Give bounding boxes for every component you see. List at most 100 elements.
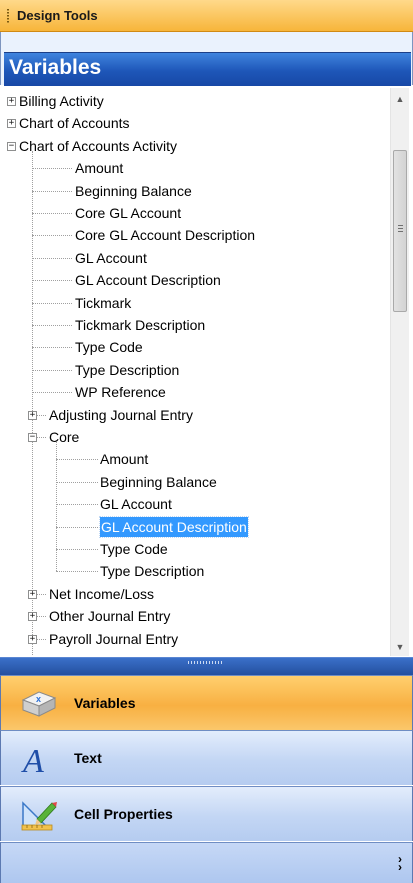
nav-button-variables[interactable]: x Variables: [0, 675, 413, 730]
tree-connector-line: [32, 190, 72, 192]
nav-button-label: Cell Properties: [74, 806, 173, 822]
tree-node-group[interactable]: + Chart of Accounts: [7, 112, 130, 134]
panel-header: Variables: [0, 32, 413, 86]
tree-node-label: Type Code: [75, 339, 143, 356]
tree-node-item[interactable]: Amount: [75, 157, 123, 179]
tree-connector-line: [32, 168, 72, 170]
tree-connector-line: [32, 280, 72, 282]
tree-node-item[interactable]: Tickmark Description: [75, 314, 205, 336]
nav-overflow-strip: › ›: [0, 842, 413, 883]
tree-node-item[interactable]: GL Account: [100, 493, 172, 515]
tree-node-label: Type Description: [75, 361, 180, 378]
tree-node-label: Core GL Account Description: [75, 227, 256, 244]
tree-node-item[interactable]: Type Description: [75, 359, 179, 381]
tree-scrollbar[interactable]: ▲ ▼: [390, 88, 409, 656]
tree-node-label: GL Account Description: [75, 272, 221, 289]
scroll-thumb[interactable]: [393, 150, 407, 312]
expand-plus-icon[interactable]: +: [28, 634, 37, 644]
tree-node-item[interactable]: Core GL Account: [75, 202, 181, 224]
tree-node-label: Net Income/Loss: [49, 585, 155, 602]
nav-button-label: Variables: [74, 695, 136, 711]
svg-text:x: x: [36, 694, 41, 704]
tree-node-label: Type Code: [100, 541, 168, 557]
tree-connector-line: [56, 571, 98, 573]
tree-node-item[interactable]: Beginning Balance: [75, 180, 192, 202]
expand-plus-icon[interactable]: +: [28, 589, 37, 599]
chevron-double-down-icon[interactable]: › ›: [398, 853, 402, 873]
window-title: Design Tools: [17, 8, 98, 23]
tree-connector-line: [32, 235, 72, 237]
scroll-down-arrow-icon[interactable]: ▼: [391, 638, 409, 656]
tree-connector-line: [56, 526, 98, 528]
tree-connector-line: [32, 325, 72, 326]
panel-splitter[interactable]: [0, 657, 413, 675]
tree-connector-line: [32, 213, 72, 214]
tree-node-item[interactable]: GL Account Description: [75, 269, 221, 291]
tree-connector-line: [32, 150, 33, 656]
tree-node-label: Chart of Accounts: [19, 115, 130, 132]
scroll-thumb-grip-icon: [398, 225, 403, 233]
nav-button-text[interactable]: A Text: [0, 730, 413, 785]
collapse-minus-icon[interactable]: −: [7, 141, 16, 151]
tree-node-group[interactable]: − Chart of Accounts Activity: [7, 135, 177, 157]
tree-node-item[interactable]: Type Code: [100, 538, 168, 560]
tree-connector-line: [32, 369, 72, 371]
tree-node-label: Adjusting Journal Entry: [49, 406, 193, 423]
tree-node-group[interactable]: + Payroll Journal Entry: [28, 628, 179, 650]
scroll-up-arrow-icon[interactable]: ▲: [391, 90, 409, 108]
nav-button-label: Text: [74, 750, 102, 766]
variables-cube-icon: x: [21, 691, 57, 717]
tree-node-label: Payroll Journal Entry: [49, 630, 179, 647]
tree-node-label: Tickmark: [75, 294, 132, 311]
tree-node-label: Beginning Balance: [100, 473, 217, 490]
tree-node-group[interactable]: + Adjusting Journal Entry: [28, 404, 193, 426]
drag-grip-icon[interactable]: [7, 9, 9, 24]
tree-connector-line: [32, 392, 72, 394]
svg-text:A: A: [21, 743, 44, 775]
tree-node-item[interactable]: Type Description: [100, 560, 204, 582]
tree-node-item[interactable]: Tickmark: [75, 292, 131, 314]
expand-plus-icon[interactable]: +: [28, 410, 37, 420]
tree-node-group[interactable]: + Other Journal Entry: [28, 605, 171, 627]
expand-plus-icon[interactable]: +: [28, 612, 37, 622]
tree-connector-line: [56, 442, 57, 572]
tree-node-label: Type Description: [100, 563, 205, 580]
tree-node-item[interactable]: Beginning Balance: [100, 471, 217, 493]
tree-node-label: GL Account: [100, 496, 172, 513]
splitter-grip-icon: [188, 661, 224, 664]
tree-connector-line: [32, 257, 72, 259]
tree-node-group[interactable]: + Billing Activity: [7, 90, 104, 112]
cell-properties-ruler-pencil-icon: [21, 801, 57, 831]
tree-node-label: Tickmark Description: [75, 317, 206, 333]
tree-node-label: WP Reference: [75, 384, 166, 401]
collapse-minus-icon[interactable]: −: [28, 433, 37, 442]
tree-node-label: Core: [49, 429, 80, 445]
panel-header-bar: Variables: [4, 52, 411, 86]
tree-node-group[interactable]: − Core: [28, 426, 80, 448]
tree-node-label: GL Account Description: [99, 515, 249, 538]
text-letter-a-icon: A: [21, 743, 44, 775]
expand-plus-icon[interactable]: +: [7, 97, 16, 106]
tree-connector-line: [32, 347, 72, 349]
tree-node-item[interactable]: GL Account Description: [99, 515, 249, 538]
tree-node-item[interactable]: GL Account: [75, 247, 147, 269]
tree-node-label: Amount: [75, 160, 124, 177]
tree-node-label: Amount: [100, 451, 149, 468]
tree-node-item[interactable]: Type Code: [75, 336, 143, 358]
tree-node-label: Core GL Account: [75, 205, 182, 221]
expand-plus-icon[interactable]: +: [7, 119, 16, 129]
tree-connector-line: [32, 302, 72, 304]
tree-connector-line: [56, 504, 98, 506]
tree-node-label: Other Journal Entry: [49, 608, 171, 625]
tree-node-group[interactable]: + Net Income/Loss: [28, 583, 155, 605]
design-tools-title-bar: Design Tools: [0, 0, 413, 32]
tree-node-label: Chart of Accounts Activity: [19, 137, 177, 154]
tree-node-item[interactable]: WP Reference: [75, 381, 166, 403]
tree-node-item[interactable]: Amount: [100, 448, 148, 470]
tree-node-item[interactable]: Core GL Account Description: [75, 224, 255, 246]
tree-connector-line: [56, 481, 98, 483]
tree-node-label: Beginning Balance: [75, 182, 192, 199]
variables-tree[interactable]: + Billing Activity + Chart of Accounts − Char…: [4, 88, 390, 656]
tree-node-label: GL Account: [75, 249, 147, 266]
nav-button-cell-properties[interactable]: Cell Properties: [0, 786, 413, 841]
